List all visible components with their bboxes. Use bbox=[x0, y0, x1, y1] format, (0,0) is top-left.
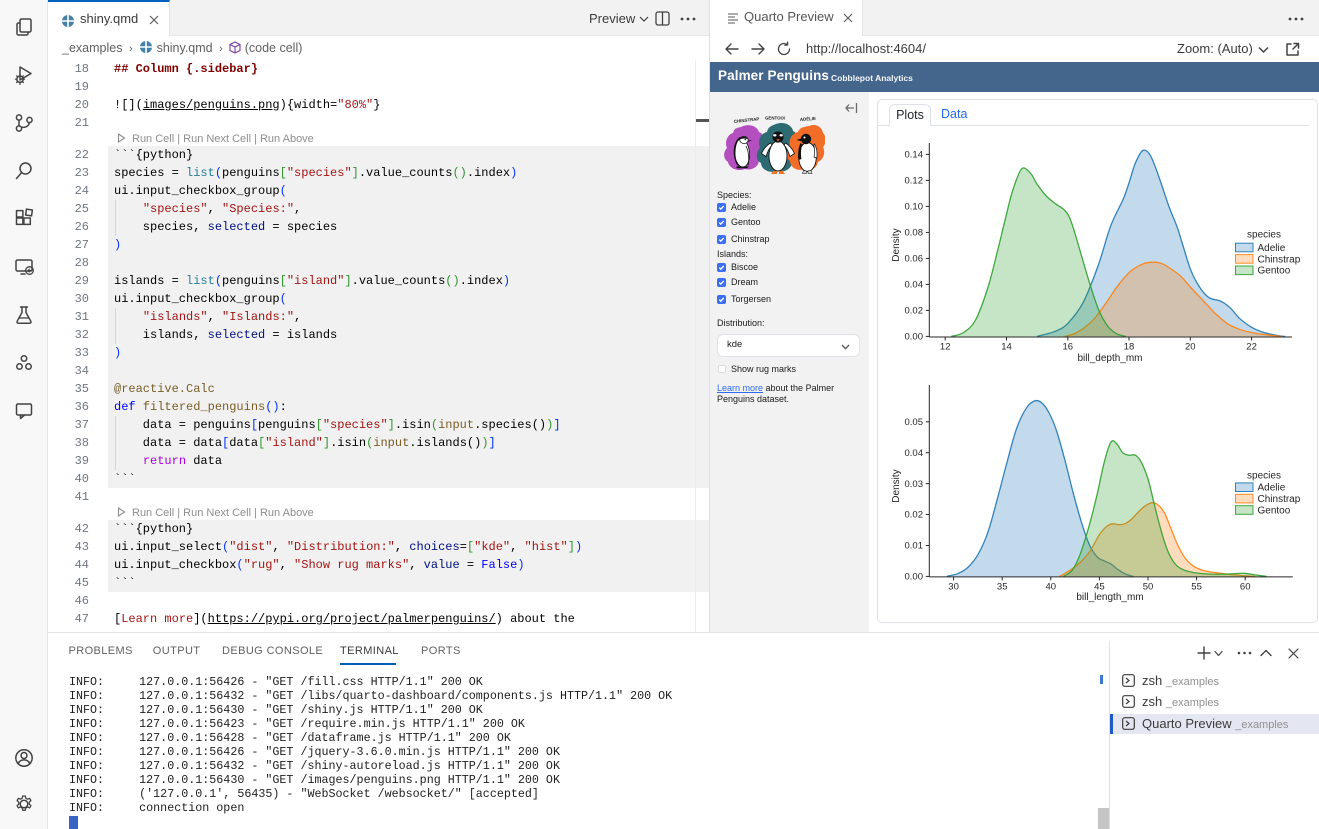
svg-text:18: 18 bbox=[1124, 342, 1135, 353]
svg-text:Chinstrap: Chinstrap bbox=[1258, 494, 1301, 505]
svg-text:22: 22 bbox=[1246, 342, 1257, 353]
svg-text:0.14: 0.14 bbox=[905, 150, 924, 161]
svg-text:Chinstrap: Chinstrap bbox=[1258, 254, 1301, 265]
svg-text:55: 55 bbox=[1191, 582, 1202, 593]
svg-text:Gentoo: Gentoo bbox=[1258, 505, 1291, 516]
svg-text:0.04: 0.04 bbox=[905, 448, 924, 459]
svg-text:Density: Density bbox=[891, 228, 902, 261]
svg-text:35: 35 bbox=[997, 582, 1008, 593]
svg-text:50: 50 bbox=[1143, 582, 1154, 593]
svg-text:14: 14 bbox=[1001, 342, 1012, 353]
svg-text:Gentoo: Gentoo bbox=[1258, 266, 1291, 277]
svg-text:60: 60 bbox=[1240, 582, 1251, 593]
svg-text:0.00: 0.00 bbox=[905, 572, 924, 583]
svg-text:0.02: 0.02 bbox=[905, 306, 924, 317]
svg-text:0.02: 0.02 bbox=[905, 510, 924, 521]
svg-text:0.01: 0.01 bbox=[905, 541, 924, 552]
svg-text:bill_depth_mm: bill_depth_mm bbox=[1077, 353, 1142, 364]
svg-text:Density: Density bbox=[891, 469, 902, 502]
svg-text:45: 45 bbox=[1094, 582, 1105, 593]
svg-text:0.08: 0.08 bbox=[905, 228, 924, 239]
svg-text:12: 12 bbox=[940, 342, 951, 353]
svg-text:Adelie: Adelie bbox=[1258, 243, 1286, 254]
svg-text:0.05: 0.05 bbox=[905, 417, 924, 428]
svg-text:30: 30 bbox=[948, 582, 959, 593]
svg-text:0.03: 0.03 bbox=[905, 479, 924, 490]
svg-text:0.10: 0.10 bbox=[905, 202, 924, 213]
svg-text:40: 40 bbox=[1046, 582, 1057, 593]
svg-text:ADÉLIE: ADÉLIE bbox=[800, 116, 816, 122]
svg-text:0.00: 0.00 bbox=[905, 332, 924, 343]
svg-text:species: species bbox=[1247, 230, 1281, 241]
svg-text:GENTOO!: GENTOO! bbox=[765, 116, 786, 121]
svg-text:CHINSTRAP: CHINSTRAP bbox=[734, 116, 760, 124]
svg-text:0.06: 0.06 bbox=[905, 254, 924, 265]
svg-text:species: species bbox=[1247, 471, 1281, 482]
svg-text:16: 16 bbox=[1063, 342, 1074, 353]
svg-text:bill_length_mm: bill_length_mm bbox=[1076, 592, 1143, 603]
svg-text:Adelie: Adelie bbox=[1258, 483, 1286, 494]
svg-text:20: 20 bbox=[1185, 342, 1196, 353]
svg-text:0.12: 0.12 bbox=[905, 176, 924, 187]
svg-text:0.04: 0.04 bbox=[905, 280, 924, 291]
